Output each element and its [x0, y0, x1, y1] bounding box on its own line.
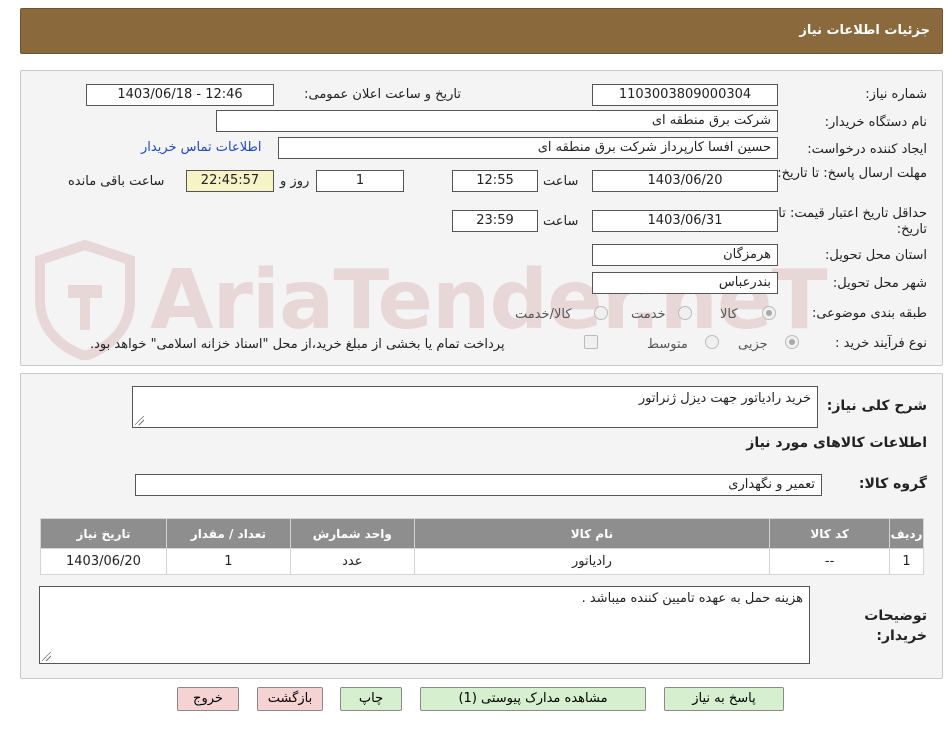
- col-item-code: کد کالا: [769, 518, 891, 549]
- province-field: هرمزگان: [592, 244, 778, 266]
- announce-datetime-field: 1403/06/18 - 12:46: [86, 84, 274, 106]
- validity-time-label: ساعت: [543, 214, 579, 229]
- col-item-name: نام کالا: [413, 518, 771, 549]
- table-header-row: ردیف کد کالا نام کالا واحد شمارش تعداد /…: [40, 518, 924, 549]
- goods-group-field: تعمیر و نگهداری: [135, 474, 822, 496]
- city-field: بندرعباس: [592, 272, 778, 294]
- process-radio-minor[interactable]: [785, 335, 799, 349]
- items-heading: اطلاعات کالاهای مورد نیاز: [746, 435, 927, 451]
- reply-time-field: 12:55: [452, 170, 538, 192]
- province-label: استان محل تحویل:: [825, 248, 927, 263]
- summary-label: شرح کلی نیاز:: [826, 398, 927, 414]
- days-remaining-field: 1: [316, 170, 404, 192]
- resize-grip-icon[interactable]: [42, 652, 51, 661]
- back-button[interactable]: بازگشت: [257, 687, 323, 711]
- reply-to-need-button[interactable]: پاسخ به نیاز: [664, 687, 784, 711]
- treasury-payment-checkbox[interactable]: [584, 335, 598, 349]
- col-row-number: ردیف: [889, 518, 924, 549]
- page-title: جزئیات اطلاعات نیاز: [799, 23, 930, 38]
- validity-time-field: 23:59: [452, 210, 538, 232]
- col-need-date: تاریخ نیاز: [40, 518, 167, 549]
- process-option-medium: متوسط: [647, 337, 688, 352]
- summary-textarea[interactable]: خرید رادیاتور جهت دیزل ژنراتور: [132, 386, 818, 428]
- creator-field: حسین افسا کارپرداز شرکت برق منطقه ای: [278, 137, 778, 159]
- buyer-org-field: شرکت برق منطقه ای: [216, 110, 778, 132]
- goods-group-label: گروه کالا:: [858, 476, 927, 492]
- category-option-goods: کالا: [720, 307, 738, 322]
- category-radio-service[interactable]: [678, 306, 692, 320]
- buyer-notes-text: هزینه حمل به عهده تامیین کننده میباشد .: [581, 591, 803, 606]
- cell-item-code: --: [769, 548, 891, 575]
- buyer-org-label: نام دستگاه خریدار:: [824, 115, 927, 130]
- announce-datetime-label: تاریخ و ساعت اعلان عمومی:: [304, 87, 461, 102]
- cell-need-date: 1403/06/20: [40, 548, 167, 575]
- process-option-minor: جزیی: [738, 337, 768, 352]
- buyer-notes-textarea[interactable]: هزینه حمل به عهده تامیین کننده میباشد .: [39, 586, 810, 664]
- treasury-payment-note: پرداخت تمام یا بخشی از مبلغ خرید،از محل …: [90, 337, 505, 352]
- view-attachments-button[interactable]: مشاهده مدارک پیوستی (1): [420, 687, 646, 711]
- print-button[interactable]: چاپ: [340, 687, 402, 711]
- category-option-service: خدمت: [631, 307, 666, 322]
- summary-text: خرید رادیاتور جهت دیزل ژنراتور: [638, 391, 811, 406]
- col-quantity: تعداد / مقدار: [165, 518, 291, 549]
- cell-quantity: 1: [165, 548, 291, 575]
- buyer-contact-link[interactable]: اطلاعات تماس خریدار: [141, 140, 261, 155]
- reply-deadline-label: مهلت ارسال پاسخ: تا تاریخ:: [777, 166, 927, 181]
- remaining-time-field: 22:45:57: [186, 170, 274, 192]
- col-unit: واحد شمارش: [289, 518, 415, 549]
- days-label: روز و: [280, 174, 310, 189]
- cell-row-number: 1: [889, 548, 924, 575]
- creator-label: ایجاد کننده درخواست:: [807, 142, 927, 157]
- price-validity-label: حداقل تاریخ اعتبار قیمت: تا تاریخ:: [778, 206, 927, 237]
- remaining-time-label: ساعت باقی مانده: [68, 174, 165, 189]
- page-header: جزئیات اطلاعات نیاز: [20, 8, 943, 54]
- exit-button[interactable]: خروج: [177, 687, 239, 711]
- category-radio-goods-service[interactable]: [594, 306, 608, 320]
- category-label: طبقه بندی موضوعی:: [811, 306, 927, 321]
- category-option-goods-service: کالا/خدمت: [515, 307, 572, 322]
- category-radio-goods[interactable]: [762, 306, 776, 320]
- process-radio-medium[interactable]: [705, 335, 719, 349]
- need-number-label: شماره نیاز:: [865, 87, 927, 102]
- items-table: ردیف کد کالا نام کالا واحد شمارش تعداد /…: [40, 518, 924, 575]
- validity-date-field: 1403/06/31: [592, 210, 778, 232]
- cell-item-name: رادیاتور: [413, 548, 771, 575]
- reply-time-label: ساعت: [543, 174, 579, 189]
- cell-unit: عدد: [289, 548, 415, 575]
- process-type-label: نوع فرآیند خرید :: [835, 336, 927, 351]
- buyer-notes-label: توضیحات خریدار:: [864, 608, 927, 644]
- need-number-field: 1103003809000304: [592, 84, 778, 106]
- table-row: 1 -- رادیاتور عدد 1 1403/06/20: [40, 548, 924, 575]
- reply-date-field: 1403/06/20: [592, 170, 778, 192]
- city-label: شهر محل تحویل:: [832, 276, 927, 291]
- resize-grip-icon[interactable]: [135, 416, 144, 425]
